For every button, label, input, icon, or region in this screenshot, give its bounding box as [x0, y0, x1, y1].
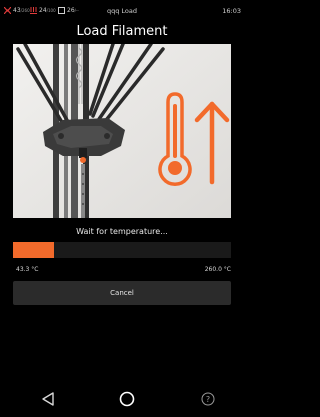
current-temperature: 43.3 °C	[16, 266, 39, 273]
progress-bar	[13, 242, 231, 258]
printer-illustration	[13, 44, 231, 218]
device-name: qqq Load	[106, 7, 138, 15]
navigation-bar: ?	[0, 381, 244, 417]
clock: 16:03	[222, 7, 241, 15]
cancel-button[interactable]: Cancel	[13, 281, 231, 305]
home-circle-icon	[119, 391, 135, 407]
page-title: Load Filament	[76, 24, 168, 39]
help-button[interactable]: ?	[198, 389, 218, 409]
target-temperature: 260.0 °C	[204, 266, 231, 273]
cancel-button-label: Cancel	[110, 289, 134, 297]
back-button[interactable]	[38, 389, 58, 409]
printer-photo	[13, 44, 231, 218]
svg-text:?: ?	[206, 395, 210, 404]
status-text: Wait for temperature...	[76, 227, 168, 236]
help-icon: ?	[201, 392, 215, 406]
progress-fill	[13, 242, 55, 258]
back-triangle-icon	[42, 392, 54, 406]
home-button[interactable]	[117, 389, 137, 409]
status-bar: 43/260 24/100 26/-- qqq Load 16:03	[0, 0, 244, 20]
